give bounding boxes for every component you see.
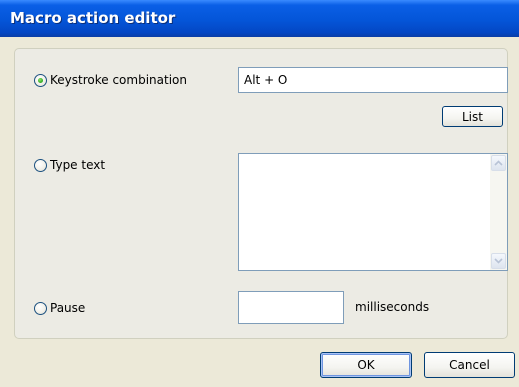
keystroke-radio[interactable]: [34, 73, 47, 87]
keystroke-input[interactable]: Alt + O: [238, 67, 508, 93]
keystroke-option[interactable]: Keystroke combination: [34, 73, 187, 87]
keystroke-label: Keystroke combination: [50, 73, 187, 87]
window-title: Macro action editor: [10, 9, 176, 27]
type-text-area[interactable]: [238, 153, 508, 271]
pause-label: Pause: [50, 301, 86, 315]
text-scrollbar[interactable]: [490, 154, 507, 270]
pause-option[interactable]: Pause: [34, 301, 85, 315]
type-text-option[interactable]: Type text: [34, 158, 105, 172]
type-text-radio[interactable]: [34, 158, 47, 172]
chevron-up-icon[interactable]: [491, 155, 506, 171]
pause-input[interactable]: [238, 291, 344, 324]
chevron-down-icon[interactable]: [491, 253, 506, 269]
list-button[interactable]: List: [442, 106, 503, 127]
milliseconds-label: milliseconds: [355, 300, 430, 314]
title-bar[interactable]: Macro action editor: [0, 0, 519, 37]
ok-button[interactable]: OK: [320, 352, 412, 378]
cancel-button[interactable]: Cancel: [424, 352, 515, 378]
pause-radio[interactable]: [34, 301, 47, 315]
type-text-label: Type text: [50, 158, 106, 172]
